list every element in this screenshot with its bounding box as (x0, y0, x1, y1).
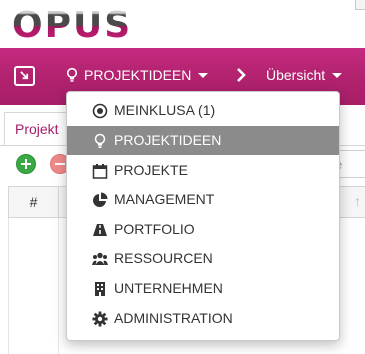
menu-item-administration[interactable]: ADMINISTRATION (67, 304, 339, 333)
arrow-down-right-icon (20, 71, 29, 80)
column-header-number[interactable]: # (9, 187, 59, 217)
nav-overview-label: Übersicht (266, 67, 326, 83)
add-button[interactable] (16, 154, 36, 174)
nav-section-label: PROJEKTIDEEN (84, 67, 192, 83)
users-icon (92, 252, 108, 265)
calendar-icon (92, 164, 108, 179)
lightbulb-icon (66, 67, 78, 82)
table-column-divider (58, 218, 59, 354)
corner-widget (355, 0, 365, 10)
menu-item-label: MEINKLUSA (1) (114, 102, 216, 118)
opus-logo[interactable]: OPUS (12, 6, 132, 46)
section-dropdown-menu: MEINKLUSA (1) PROJEKTIDEEN PROJEKTE MANA… (66, 91, 340, 341)
app-window: OPUS PROJEKTIDEEN Übersicht Projekt # ↑ … (0, 0, 365, 354)
menu-item-label: UNTERNEHMEN (114, 280, 223, 296)
menu-item-label: PORTFOLIO (114, 221, 195, 237)
menu-item-label: MANAGEMENT (114, 191, 215, 207)
pie-chart-icon (93, 192, 108, 207)
lightbulb-icon (94, 133, 106, 148)
menu-item-label: PROJEKTIDEEN (114, 132, 222, 148)
caret-down-icon (198, 73, 209, 78)
gear-icon (92, 311, 108, 327)
caret-down-icon (332, 73, 343, 78)
tab-projekt[interactable]: Projekt (4, 112, 74, 146)
menu-item-label: RESSOURCEN (114, 250, 213, 266)
sort-arrow-icon[interactable]: ↑ (354, 193, 361, 209)
menu-item-portfolio[interactable]: PORTFOLIO (67, 215, 339, 244)
chevron-right-icon (237, 68, 246, 82)
home-nav-button[interactable] (14, 66, 35, 86)
road-icon (93, 224, 107, 236)
menu-item-label: PROJEKTE (114, 162, 188, 178)
record-icon (92, 103, 108, 119)
menu-item-unternehmen[interactable]: UNTERNEHMEN (67, 274, 339, 303)
building-icon (95, 282, 105, 296)
nav-section-dropdown[interactable]: PROJEKTIDEEN (66, 66, 209, 84)
nav-overview-dropdown[interactable]: Übersicht (266, 66, 343, 84)
menu-item-management[interactable]: MANAGEMENT (67, 185, 339, 214)
menu-item-projekte[interactable]: PROJEKTE (67, 156, 339, 185)
menu-item-ressourcen[interactable]: RESSOURCEN (67, 244, 339, 273)
menu-item-label: ADMINISTRATION (114, 310, 233, 326)
menu-item-meinklusa[interactable]: MEINKLUSA (1) (67, 96, 339, 125)
menu-item-projektideen[interactable]: PROJEKTIDEEN (67, 126, 339, 155)
header: OPUS (0, 0, 365, 46)
